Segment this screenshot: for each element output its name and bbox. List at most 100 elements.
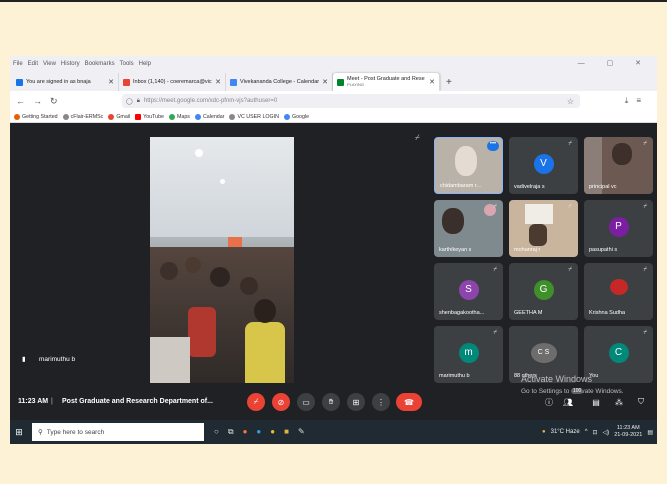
- info-icon[interactable]: ⓘ: [540, 393, 558, 411]
- bookmark-maps[interactable]: Maps: [168, 113, 190, 120]
- mic-off-icon: ⌿: [568, 267, 572, 273]
- bookmark-google[interactable]: Google: [283, 113, 310, 120]
- search-placeholder: Type here to search: [46, 428, 105, 436]
- menu-history[interactable]: History: [61, 61, 80, 67]
- avatar: P: [608, 216, 629, 237]
- weather-text[interactable]: 31°C Haze: [551, 429, 580, 435]
- youtube-icon: [135, 113, 142, 120]
- cortana-icon[interactable]: ○: [214, 427, 219, 437]
- bookmark-youtube[interactable]: YouTube: [135, 113, 164, 120]
- ceiling: [150, 137, 294, 237]
- close-tab-icon[interactable]: ✕: [322, 78, 328, 86]
- bookmark-label: Google: [291, 113, 310, 120]
- lock-icon: 🔒︎: [136, 97, 140, 104]
- taskbar-search-box[interactable]: ⚲ Type here to search: [32, 423, 204, 441]
- tab-signed-in[interactable]: You are signed in as bnaja ✕: [12, 73, 119, 91]
- reload-icon[interactable]: ↻: [50, 96, 58, 107]
- new-tab-button[interactable]: +: [446, 77, 452, 88]
- globe-icon: [168, 113, 175, 120]
- avatar: V: [533, 153, 554, 174]
- clock-date: 21-09-2021: [614, 432, 643, 438]
- light-spot: [220, 179, 225, 184]
- bookmark-label: YouTube: [143, 113, 164, 120]
- search-icon: ⚲: [38, 429, 43, 436]
- pinned-app-icon[interactable]: ✎: [298, 427, 305, 437]
- camera-toggle-button[interactable]: ⊘: [272, 393, 290, 411]
- network-icon[interactable]: ⊡: [593, 429, 598, 436]
- menu-tools[interactable]: Tools: [120, 61, 134, 67]
- bookmark-label: Maps: [176, 113, 190, 120]
- bookmark-vc-user-login[interactable]: VC USER LOGIN: [229, 113, 279, 120]
- menu-bookmarks[interactable]: Bookmarks: [85, 61, 115, 67]
- bookmark-gmail[interactable]: Gmail: [108, 113, 130, 120]
- firefox-icon[interactable]: ●: [243, 427, 248, 437]
- avatar-stack: C S: [530, 342, 557, 363]
- close-tab-icon[interactable]: ✕: [429, 78, 435, 86]
- activities-icon[interactable]: ⁂: [610, 393, 628, 411]
- tray-chevron-icon[interactable]: ^: [585, 429, 588, 435]
- more-options-icon[interactable]: •••: [487, 141, 499, 151]
- participant-tile[interactable]: ⌿ S shenbagakootha...: [434, 263, 503, 320]
- participant-video: [455, 146, 477, 176]
- mic-off-icon: ⌿: [568, 141, 572, 147]
- participant-tile[interactable]: ••• chidambaram r...: [434, 137, 503, 194]
- url-bar[interactable]: ◯ 🔒︎ https://meet.google.com/xdc-pfnm-vj…: [122, 94, 580, 108]
- captions-button[interactable]: ▭: [297, 393, 315, 411]
- edge-icon[interactable]: ●: [256, 427, 261, 437]
- forward-icon[interactable]: →: [33, 96, 42, 106]
- bookmark-getting-started[interactable]: Getting Started: [14, 113, 58, 120]
- host-controls-icon[interactable]: ⛉: [632, 393, 650, 411]
- chat-icon[interactable]: ▤: [587, 393, 605, 411]
- window-controls[interactable]: — ▢ ✕: [578, 59, 651, 67]
- audience-person: [245, 322, 285, 383]
- mic-off-icon: ⌿: [415, 133, 420, 142]
- pin-icon: ▮: [22, 356, 26, 363]
- close-tab-icon[interactable]: ✕: [215, 78, 221, 86]
- participant-tile[interactable]: ⌿ V vadivelraja s: [509, 137, 578, 194]
- leave-call-button[interactable]: ☎︎: [396, 393, 422, 411]
- menu-edit[interactable]: Edit: [28, 61, 38, 67]
- gmail-icon: [123, 78, 130, 86]
- menu-help[interactable]: Help: [139, 61, 151, 67]
- mic-toggle-button[interactable]: ⌿: [247, 393, 265, 411]
- file-explorer-icon[interactable]: ■: [284, 427, 289, 437]
- tab-meet[interactable]: Meet - Post Graduate and Rese PLAYING ✕: [333, 73, 440, 91]
- notifications-icon[interactable]: ▤: [647, 429, 653, 436]
- tab-gmail-inbox[interactable]: Inbox (1,140) - coeremarca@vic ✕: [119, 73, 226, 91]
- more-options-button[interactable]: ⋮: [372, 393, 390, 411]
- participant-count-badge: 100: [571, 388, 584, 394]
- bookmark-cflair[interactable]: cFlair-ERMSc: [62, 113, 103, 120]
- participant-name: pasupathi s: [589, 247, 618, 253]
- participant-tile[interactable]: ⌿ karthikeyan s: [434, 200, 503, 257]
- bookmark-star-icon[interactable]: ☆: [567, 97, 574, 106]
- taskbar-clock[interactable]: 11:23 AM 21-09-2021: [614, 425, 642, 439]
- tab-calendar[interactable]: Vivekananda College - Calendar ✕: [226, 73, 333, 91]
- clock-time: 11:23 AM: [616, 425, 640, 431]
- back-icon[interactable]: ←: [16, 96, 25, 106]
- participant-tile[interactable]: ⌿ P pasupathi s: [584, 200, 653, 257]
- menu-bar: File Edit View History Bookmarks Tools H…: [10, 56, 657, 71]
- tab-favicon-icon: [16, 78, 23, 86]
- windows-start-icon[interactable]: ⊞: [10, 420, 28, 444]
- participant-name: chidambaram r...: [440, 183, 481, 189]
- menu-view[interactable]: View: [43, 61, 56, 67]
- shield-icon: ◯: [126, 98, 133, 105]
- present-screen-button[interactable]: ⊞: [347, 393, 365, 411]
- menu-file[interactable]: File: [13, 61, 23, 67]
- screenshot-window: File Edit View History Bookmarks Tools H…: [10, 56, 657, 444]
- audience-person: [160, 262, 178, 280]
- bookmark-calendar[interactable]: Calendar: [194, 113, 224, 120]
- volume-icon[interactable]: ◁): [603, 429, 610, 436]
- participant-tile[interactable]: ⌿ principal vc: [584, 137, 653, 194]
- chrome-icon[interactable]: ●: [270, 427, 275, 437]
- toolbar-right-icons[interactable]: ⤓≡: [625, 96, 649, 106]
- raise-hand-button[interactable]: ✋︎: [322, 393, 340, 411]
- main-video-feed[interactable]: [150, 137, 294, 383]
- close-tab-icon[interactable]: ✕: [108, 78, 114, 86]
- participant-tile[interactable]: ⌿ mohanraj r: [509, 200, 578, 257]
- participant-tile[interactable]: ⌿ m marimuthu b: [434, 326, 503, 383]
- participant-tile[interactable]: ⌿ G GEETHA M: [509, 263, 578, 320]
- task-view-icon[interactable]: ⧉: [228, 427, 234, 437]
- participant-tile[interactable]: ⌿ Krishna Sudha: [584, 263, 653, 320]
- people-icon[interactable]: 👥︎: [559, 393, 577, 411]
